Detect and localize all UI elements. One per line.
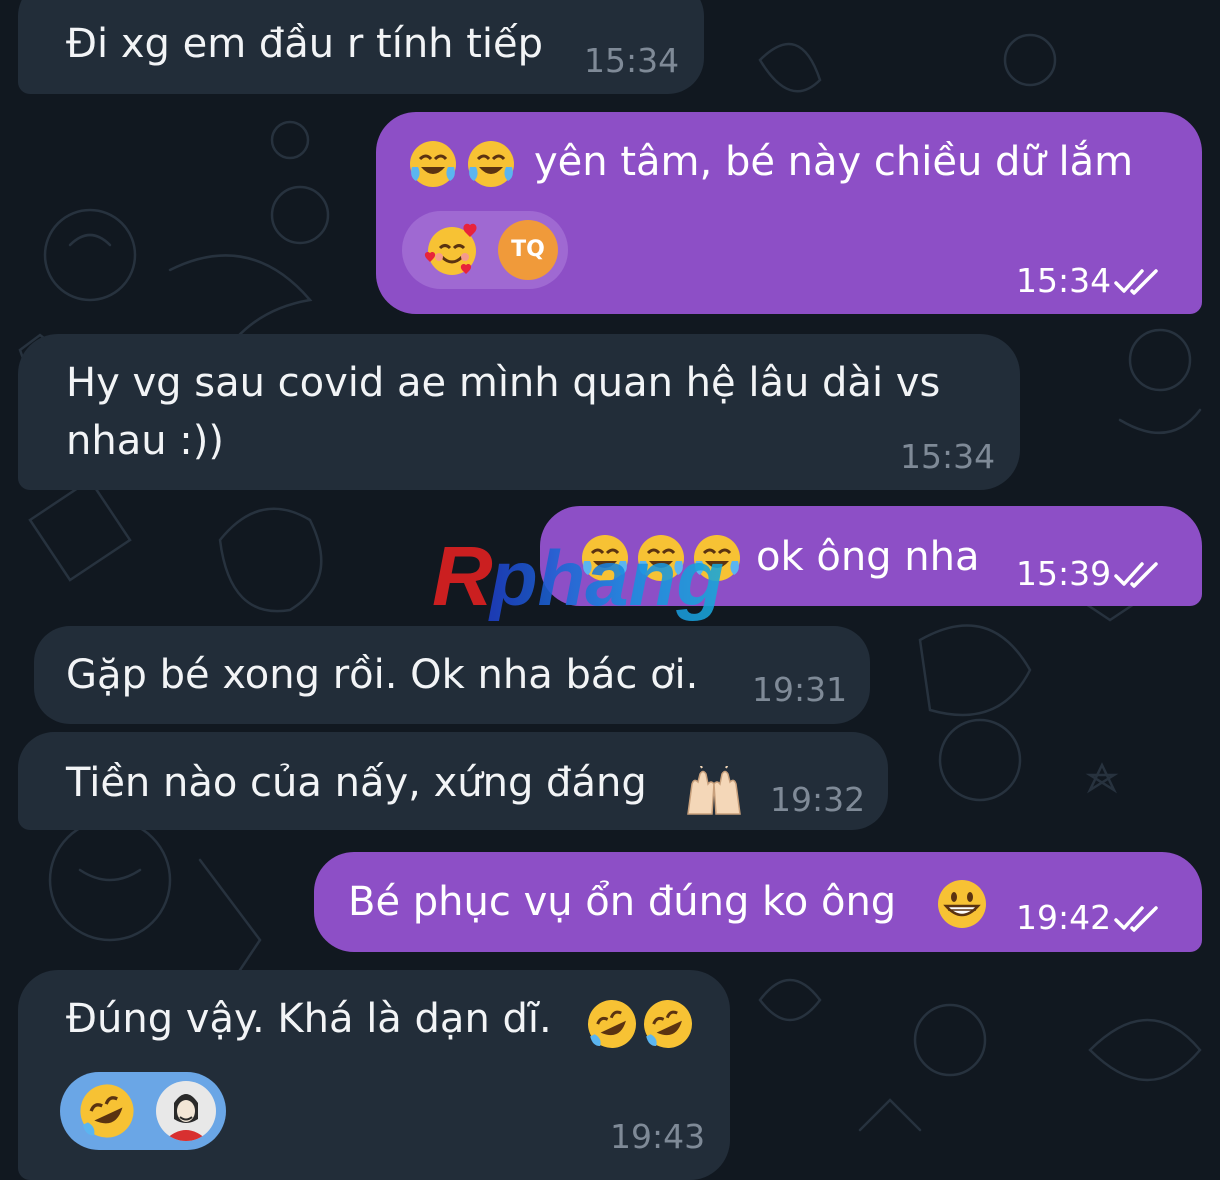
message-text: Đi xg em đầu r tính tiếp <box>66 21 544 67</box>
message-bubble-incoming[interactable]: Đúng vậy. Khá là dạn dĩ. 19:43 <box>18 970 730 1180</box>
reaction-avatar: TQ <box>498 220 558 280</box>
avatar-initials: TQ <box>511 237 545 262</box>
message-time: 15:39 <box>1016 554 1112 593</box>
message-time: 15:34 <box>900 437 996 476</box>
message-time: 19:32 <box>770 780 866 819</box>
read-double-check-icon <box>1114 562 1158 588</box>
message-text: Gặp bé xong rồi. Ok nha bác ơi. <box>66 652 699 698</box>
message-text: Hy vg sau covid ae mình quan hệ lâu dài … <box>66 360 941 464</box>
read-double-check-icon <box>1114 269 1158 295</box>
svg-text:R: R <box>432 533 493 623</box>
message-text: Đúng vậy. Khá là dạn dĩ. <box>66 996 552 1042</box>
read-double-check-icon <box>1114 906 1158 932</box>
grinning-face-icon <box>938 880 986 928</box>
message-text: yên tâm, bé này chiều dữ lắm <box>534 139 1134 185</box>
message-time: 15:34 <box>584 41 680 80</box>
reaction-pill[interactable] <box>60 1072 226 1150</box>
rolling-on-floor-laughing-icon <box>644 1000 692 1048</box>
svg-text:phang: phang <box>488 534 724 622</box>
rolling-on-floor-laughing-icon <box>80 1084 134 1138</box>
message-time: 15:34 <box>1016 261 1112 300</box>
message-bubble-incoming[interactable]: Hy vg sau covid ae mình quan hệ lâu dài … <box>18 334 1020 490</box>
message-text: Tiền nào của nấy, xứng đáng <box>66 760 647 806</box>
rolling-on-floor-laughing-icon <box>588 1000 636 1048</box>
message-time: 19:42 <box>1016 898 1112 937</box>
message-time: 19:43 <box>610 1117 706 1156</box>
message-bubble-incoming[interactable]: Gặp bé xong rồi. Ok nha bác ơi. 19:31 <box>34 626 870 724</box>
message-bubble-outgoing[interactable]: yên tâm, bé này chiều dữ lắm TQ 15:34 <box>376 112 1202 314</box>
reaction-pill[interactable]: TQ <box>402 211 568 289</box>
masked-person-avatar-icon <box>156 1081 216 1141</box>
smiling-face-with-hearts-icon <box>424 223 477 275</box>
message-time: 19:31 <box>752 670 848 709</box>
message-bubble-incoming[interactable]: Đi xg em đầu r tính tiếp 15:34 <box>18 0 704 94</box>
message-text: Bé phục vụ ổn đúng ko ông <box>348 879 897 925</box>
face-with-tears-of-joy-icon <box>410 141 456 187</box>
face-with-tears-of-joy-icon <box>468 141 514 187</box>
message-bubble-outgoing[interactable]: Bé phục vụ ổn đúng ko ông 19:42 <box>314 852 1202 952</box>
message-bubble-incoming[interactable]: Tiền nào của nấy, xứng đáng 19:32 <box>18 732 888 830</box>
raising-hands-icon <box>687 766 741 815</box>
rphang-watermark-logo: R phang <box>432 533 724 623</box>
